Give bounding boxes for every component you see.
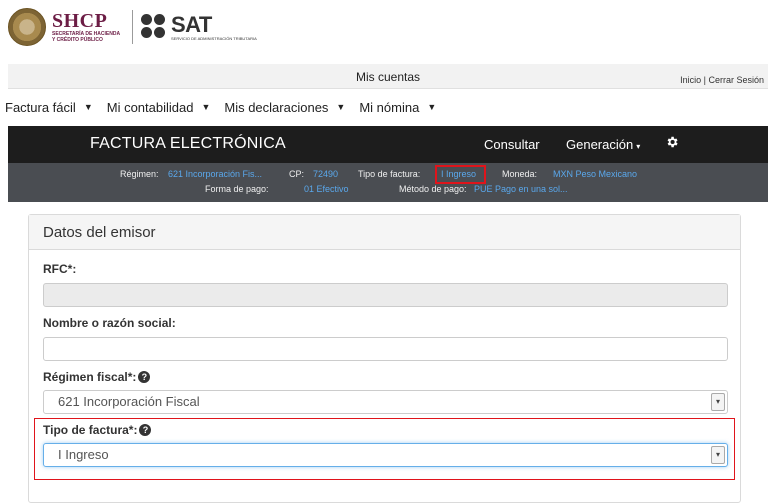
regimen-fiscal-value: 621 Incorporación Fiscal bbox=[58, 394, 200, 409]
cp-label: CP: bbox=[289, 169, 305, 179]
menu-label: Mis declaraciones bbox=[224, 99, 329, 115]
gear-icon[interactable] bbox=[665, 135, 679, 154]
mis-cuentas-title: Mis cuentas bbox=[355, 70, 421, 84]
rfc-label-text: RFC*: bbox=[43, 262, 77, 276]
inicio-link[interactable]: Inicio bbox=[680, 75, 701, 85]
moneda-label: Moneda: bbox=[502, 169, 538, 179]
panel-title: Datos del emisor bbox=[43, 224, 156, 241]
cp-value[interactable]: 72490 bbox=[313, 169, 338, 179]
regimen-label: Régimen: bbox=[120, 169, 159, 179]
factura-title: FACTURA ELECTRÓNICA bbox=[90, 135, 286, 152]
chevron-down-icon: ▾ bbox=[711, 393, 725, 411]
session-links: Inicio | Cerrar Sesión bbox=[680, 75, 764, 85]
sat-subtitle: SERVICIO DE ADMINISTRACIÓN TRIBUTARIA bbox=[171, 35, 257, 41]
regimen-value[interactable]: 621 Incorporación Fis... bbox=[168, 169, 262, 179]
generacion-label: Generación bbox=[566, 137, 634, 152]
header-logos: SHCP SECRETARÍA DE HACIENDA Y CRÉDITO PÚ… bbox=[0, 0, 768, 60]
sat-logo: SAT SERVICIO DE ADMINISTRACIÓN TRIBUTARI… bbox=[141, 12, 257, 42]
highlight-box-tipo-factura-field bbox=[34, 418, 735, 480]
consultar-link[interactable]: Consultar bbox=[484, 137, 540, 152]
page: { "header": { "shcp_title": "SHCP", "shc… bbox=[0, 0, 768, 503]
menu-factura-facil[interactable]: Factura fácil ▼ bbox=[5, 100, 93, 115]
panel-header: Datos del emisor bbox=[29, 215, 740, 250]
generacion-dropdown[interactable]: Generación ▾ bbox=[566, 137, 640, 152]
menu-label: Mi contabilidad bbox=[106, 99, 194, 115]
moneda-value[interactable]: MXN Peso Mexicano bbox=[553, 169, 637, 179]
metodo-pago-label: Método de pago: bbox=[399, 184, 467, 194]
menu-label: Factura fácil bbox=[5, 99, 76, 115]
chevron-down-icon: ▼ bbox=[83, 102, 93, 112]
shcp-seal-icon bbox=[8, 8, 46, 46]
logo-divider bbox=[132, 10, 133, 44]
chevron-down-icon: ▼ bbox=[336, 102, 346, 112]
highlight-box-tipo-factura bbox=[435, 165, 486, 184]
menu-mi-contabilidad[interactable]: Mi contabilidad ▼ bbox=[107, 100, 211, 115]
invoice-summary-bar: Régimen: 621 Incorporación Fis... CP: 72… bbox=[8, 163, 768, 202]
shcp-logo: SHCP SECRETARÍA DE HACIENDA Y CRÉDITO PÚ… bbox=[8, 8, 120, 46]
regimen-fiscal-label: Régimen fiscal*: ? bbox=[43, 370, 151, 384]
metodo-pago-value[interactable]: PUE Pago en una sol... bbox=[474, 184, 568, 194]
nombre-label: Nombre o razón social: bbox=[43, 316, 176, 330]
menu-label: Mi nómina bbox=[359, 99, 420, 115]
rfc-label: RFC*: bbox=[43, 262, 76, 276]
regimen-fiscal-label-text: Régimen fiscal*: bbox=[43, 370, 137, 384]
shcp-subtitle-2: Y CRÉDITO PÚBLICO bbox=[52, 37, 103, 43]
regimen-fiscal-select[interactable]: 621 Incorporación Fiscal ▾ bbox=[43, 390, 728, 414]
chevron-down-icon: ▼ bbox=[201, 102, 211, 112]
rfc-field[interactable] bbox=[43, 283, 728, 307]
help-icon[interactable]: ? bbox=[138, 371, 151, 383]
chevron-down-icon: ▼ bbox=[427, 102, 437, 112]
sat-title: SAT bbox=[171, 11, 212, 37]
nombre-field[interactable] bbox=[43, 337, 728, 361]
sat-dots-icon bbox=[141, 14, 167, 40]
links-separator: | bbox=[703, 75, 706, 85]
cerrar-sesion-link[interactable]: Cerrar Sesión bbox=[708, 75, 764, 85]
main-menu: Factura fácil ▼ Mi contabilidad ▼ Mis de… bbox=[0, 89, 768, 125]
mis-cuentas-bar: Mis cuentas Inicio | Cerrar Sesión bbox=[8, 64, 768, 89]
menu-mi-nomina[interactable]: Mi nómina ▼ bbox=[359, 100, 436, 115]
forma-pago-value[interactable]: 01 Efectivo bbox=[304, 184, 349, 194]
forma-pago-label: Forma de pago: bbox=[205, 184, 269, 194]
menu-mis-declaraciones[interactable]: Mis declaraciones ▼ bbox=[224, 100, 345, 115]
shcp-title: SHCP bbox=[52, 10, 108, 32]
factura-bar: FACTURA ELECTRÓNICA Consultar Generación… bbox=[8, 126, 768, 163]
tipo-factura-label: Tipo de factura: bbox=[358, 169, 421, 179]
caret-down-icon: ▾ bbox=[636, 142, 641, 151]
nombre-label-text: Nombre o razón social: bbox=[43, 316, 176, 330]
